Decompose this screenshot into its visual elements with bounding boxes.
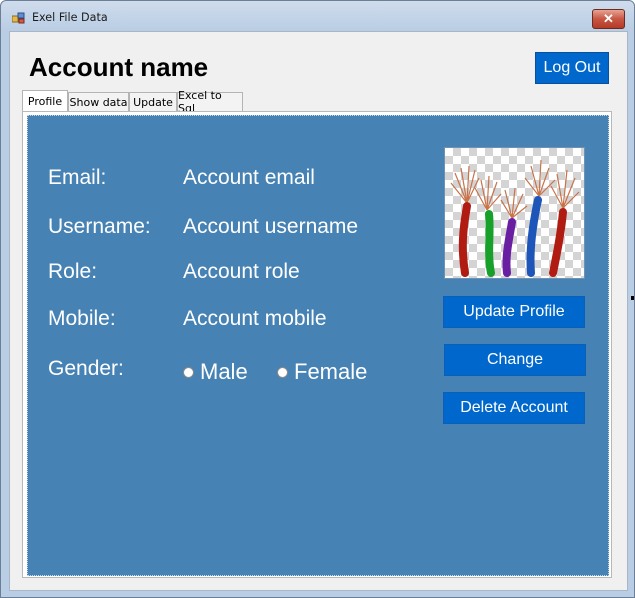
gender-female-label: Female xyxy=(294,359,368,384)
email-label: Email: xyxy=(48,166,107,189)
title-bar[interactable]: Exel File Data ✕ xyxy=(1,1,634,31)
change-picture-button[interactable]: Change xyxy=(444,344,586,376)
profile-tab-panel: Email: Account email Username: Account u… xyxy=(22,111,612,578)
username-label: Username: xyxy=(48,215,151,238)
tab-excel-to-sql[interactable]: Excel to Sql xyxy=(177,89,243,115)
mobile-label: Mobile: xyxy=(48,307,116,330)
role-label: Role: xyxy=(48,260,98,283)
radio-button-icon xyxy=(183,366,194,378)
gender-male-radio[interactable]: Male xyxy=(183,359,248,385)
logout-button[interactable]: Log Out xyxy=(535,52,609,84)
account-name-title: Account name xyxy=(29,52,209,82)
delete-account-button[interactable]: Delete Account xyxy=(443,392,585,424)
client-area: Account name Log Out Profile Show data U… xyxy=(9,31,628,591)
username-value: Account username xyxy=(183,215,359,238)
gender-male-label: Male xyxy=(200,359,248,384)
profile-picture[interactable] xyxy=(444,147,585,279)
radio-button-icon xyxy=(277,366,288,378)
app-icon xyxy=(12,12,25,24)
profile-panel: Email: Account email Username: Account u… xyxy=(27,115,609,576)
close-button[interactable]: ✕ xyxy=(592,9,625,29)
tab-update[interactable]: Update xyxy=(129,92,177,111)
gender-label: Gender: xyxy=(48,357,124,380)
window-title: Exel File Data xyxy=(32,11,108,25)
close-icon: ✕ xyxy=(603,11,614,26)
role-value: Account role xyxy=(183,260,300,283)
tab-profile[interactable]: Profile xyxy=(22,90,68,111)
gender-female-radio[interactable]: Female xyxy=(277,359,367,385)
update-profile-button[interactable]: Update Profile xyxy=(443,296,585,328)
app-window: Exel File Data ✕ Account name Log Out Pr… xyxy=(0,0,635,598)
tab-show-data[interactable]: Show data xyxy=(68,92,129,111)
colored-wires-image xyxy=(450,159,580,277)
mobile-value: Account mobile xyxy=(183,307,327,330)
email-value: Account email xyxy=(183,166,315,189)
edge-marker xyxy=(631,296,634,300)
